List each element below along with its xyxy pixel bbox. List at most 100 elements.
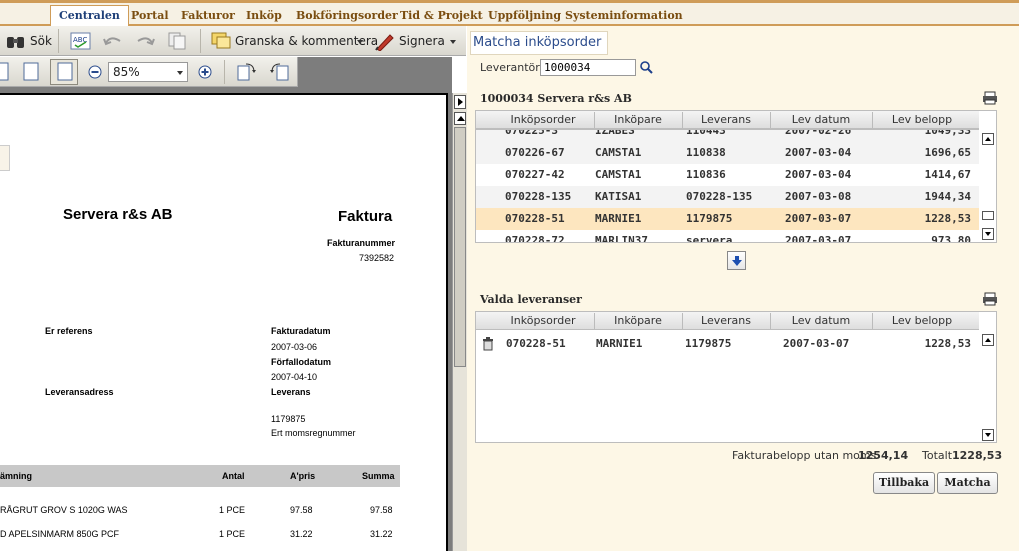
- spellcheck-icon[interactable]: ABC: [70, 32, 92, 50]
- invoice-line-price: 97.58: [290, 505, 313, 515]
- delivery-address-label: Leveransadress: [45, 387, 114, 397]
- page-icon[interactable]: [0, 62, 10, 82]
- col-delivery-amount[interactable]: Lev belopp: [872, 314, 972, 327]
- invoice-line-price: 31.22: [290, 529, 313, 539]
- sign-pen-icon[interactable]: [374, 31, 396, 51]
- due-date: 2007-04-10: [271, 372, 318, 382]
- invoice-date-label: Fakturadatum: [271, 326, 331, 336]
- amount-excl-vat: 1254,14: [858, 449, 909, 462]
- nav-fakturor[interactable]: Fakturor: [181, 6, 235, 27]
- col-delivery-date[interactable]: Lev datum: [770, 314, 872, 327]
- back-button[interactable]: Tillbaka: [873, 472, 935, 494]
- table-row[interactable]: 070227-42 CAMSTA1 110836 2007-03-04 1414,67: [476, 164, 980, 186]
- invoice-lines-header: ämning Antal A'pris Summa: [0, 465, 400, 487]
- nav-bokforingsorder[interactable]: Bokföringsorder: [296, 6, 398, 27]
- scroll-thumb[interactable]: [982, 211, 994, 220]
- pdf-scrollbar[interactable]: [452, 93, 467, 551]
- col-purchase-order[interactable]: Inköpsorder: [498, 314, 588, 327]
- table-row[interactable]: 070228-51 MARNIE1 1179875 2007-03-07 1228,53: [476, 333, 980, 355]
- rotate-clockwise-icon[interactable]: [236, 62, 258, 82]
- purchase-orders-grid: Inköpsorder Inköpare Leverans Lev datum …: [475, 110, 997, 243]
- scroll-up-button[interactable]: [982, 133, 994, 145]
- pdf-toolbar: Sök ABC Granska & kommentera Signera: [0, 26, 466, 56]
- panel-tab: Matcha inköpsorder: [470, 31, 608, 55]
- supplier-heading: 1000034 Servera r&s AB: [480, 92, 632, 105]
- table-row[interactable]: 070228-72 MARLIN37 servera 2007-03-07 973,80: [476, 230, 980, 242]
- invoice-line-sum: 31.22: [370, 529, 393, 539]
- trash-icon[interactable]: [482, 337, 494, 351]
- copy-icon[interactable]: [167, 32, 187, 50]
- scroll-up-button[interactable]: [982, 334, 994, 346]
- expand-arrow-button[interactable]: [454, 95, 466, 109]
- invoice-line-qty: 1 PCE: [219, 505, 246, 515]
- supplier-label: Leverantör: [480, 61, 540, 74]
- invoice-date: 2007-03-06: [271, 342, 318, 352]
- pdf-view-toolbar: 85%: [0, 57, 298, 87]
- total-amount: 1228,53: [952, 449, 1003, 462]
- printer-icon[interactable]: [982, 292, 998, 306]
- nav-inkop[interactable]: Inköp: [246, 6, 282, 27]
- zoom-value: 85%: [113, 65, 140, 79]
- delivery-label: Leverans: [271, 387, 311, 397]
- sign-button[interactable]: Signera: [399, 34, 445, 48]
- invoice-company: Servera r&s AB: [63, 206, 173, 223]
- nav-systeminformation[interactable]: Systeminformation: [565, 6, 683, 27]
- reference-label: Er referens: [45, 326, 93, 336]
- table-row-selected[interactable]: 070228-51 MARNIE1 1179875 2007-03-07 1228,53: [476, 208, 980, 230]
- orders-scrollbar[interactable]: [979, 111, 996, 242]
- zoom-out-icon[interactable]: [88, 65, 102, 79]
- add-to-selection-button[interactable]: [727, 251, 746, 270]
- nav-tid-projekt[interactable]: Tid & Projekt: [400, 6, 483, 27]
- invoice-title: Faktura: [338, 208, 393, 225]
- match-button[interactable]: Matcha: [937, 472, 998, 494]
- single-page-icon[interactable]: [22, 62, 40, 82]
- delivery-number: 1179875: [271, 414, 306, 424]
- invoice-number-label: Fakturanummer: [327, 238, 396, 248]
- chevron-down-icon[interactable]: [450, 40, 456, 44]
- undo-icon[interactable]: [102, 33, 124, 49]
- invoice-number: 7392582: [359, 253, 395, 263]
- comment-icon[interactable]: [211, 32, 231, 50]
- total-label: Totalt: [922, 449, 953, 462]
- chevron-down-icon: [177, 71, 183, 75]
- chevron-down-icon[interactable]: [357, 40, 363, 44]
- nav-portal[interactable]: Portal: [131, 6, 169, 27]
- scroll-down-button[interactable]: [982, 228, 994, 240]
- table-row[interactable]: 070228-135 KATISA1 070228-135 2007-03-08 194…: [476, 186, 980, 208]
- scroll-up-button[interactable]: [454, 112, 466, 125]
- zoom-select[interactable]: 85%: [108, 62, 188, 82]
- invoice-line-desc: D APELSINMARM 850G PCF: [0, 529, 120, 539]
- fit-page-icon: [57, 62, 73, 81]
- panel-title: Matcha inköpsorder: [473, 35, 602, 50]
- zoom-in-icon[interactable]: [198, 65, 212, 79]
- vat-number-label: Ert momsregnummer: [271, 428, 356, 438]
- scroll-thumb[interactable]: [454, 127, 466, 367]
- printer-icon[interactable]: [982, 91, 998, 105]
- selected-deliveries-heading: Valda leveranser: [480, 293, 582, 306]
- top-navigation: Centralen Portal Fakturor Inköp Bokförin…: [0, 0, 1019, 28]
- fit-page-toggle[interactable]: [50, 59, 78, 85]
- supplier-input[interactable]: [540, 59, 636, 76]
- table-row[interactable]: 070226-67 CAMSTA1 110838 2007-03-04 1696,65: [476, 142, 980, 164]
- arrow-down-icon: [732, 256, 742, 266]
- invoice-line-sum: 97.58: [370, 505, 393, 515]
- col-buyer[interactable]: Inköpare: [594, 314, 682, 327]
- nav-centralen[interactable]: Centralen: [50, 5, 129, 28]
- redo-icon[interactable]: [134, 33, 156, 49]
- due-date-label: Förfallodatum: [271, 357, 331, 367]
- invoice-page: Servera r&s AB Faktura Fakturanummer 739…: [0, 93, 448, 551]
- binoculars-icon[interactable]: [6, 33, 26, 49]
- invoice-line-qty: 1 PCE: [219, 529, 246, 539]
- grid-header-overlay: Inköpsorder Inköpare Leverans Lev datum …: [476, 111, 980, 129]
- amount-excl-vat-label: Fakturabelopp utan moms: [732, 449, 877, 462]
- selected-scrollbar[interactable]: [979, 312, 996, 442]
- col-delivery[interactable]: Leverans: [682, 314, 770, 327]
- invoice-line-desc: RÅGRUT GROV S 1020G WAS: [0, 505, 128, 515]
- grid-header: Inköpsorder Inköpare Leverans Lev datum …: [476, 312, 980, 330]
- rotate-counterclockwise-icon[interactable]: [268, 62, 290, 82]
- nav-uppfoljning[interactable]: Uppföljning: [488, 6, 561, 27]
- selected-deliveries-grid: Inköpsorder Inköpare Leverans Lev datum …: [475, 311, 997, 443]
- search-button[interactable]: Sök: [30, 34, 52, 48]
- scroll-down-button[interactable]: [982, 429, 994, 441]
- search-icon[interactable]: [640, 61, 653, 74]
